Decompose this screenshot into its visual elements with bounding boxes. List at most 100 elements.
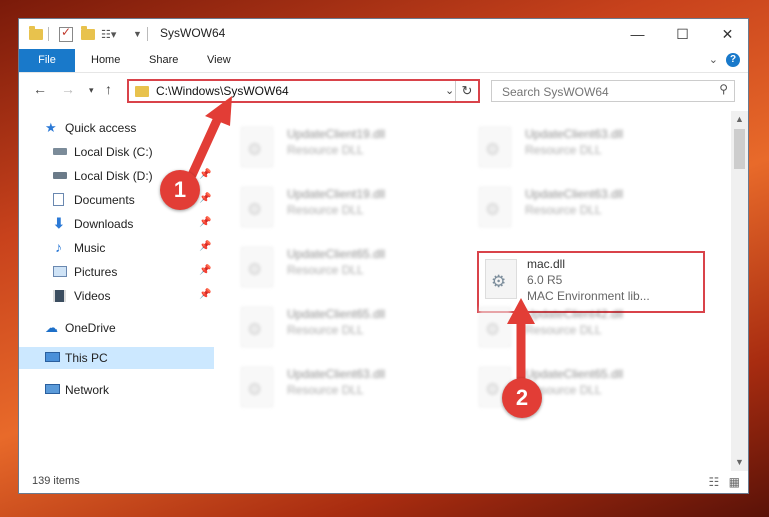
minimize-button[interactable]: — xyxy=(615,19,660,49)
search-box[interactable]: ⚲ xyxy=(491,80,735,102)
nav-item-local-disk-c[interactable]: Local Disk (C:) xyxy=(19,141,214,163)
nav-item-pictures[interactable]: Pictures 📌 xyxy=(19,261,214,283)
address-path[interactable]: C:\Windows\SysWOW64 xyxy=(156,84,289,98)
nav-item-label: Quick access xyxy=(65,121,137,135)
recent-locations-icon[interactable]: ▾ xyxy=(89,85,94,96)
file-version: 6.0 R5 xyxy=(527,273,563,287)
nav-item-label: Local Disk (C:) xyxy=(74,145,153,159)
file-description: Resource DLL xyxy=(287,143,364,157)
nav-item-label: Downloads xyxy=(74,217,134,231)
file-description: Resource DLL xyxy=(287,203,364,217)
search-input[interactable] xyxy=(500,83,704,101)
file-tile[interactable]: UpdateClient65.dll Resource DLL xyxy=(219,239,439,291)
nav-item-downloads[interactable]: ⬇ Downloads 📌 xyxy=(19,213,214,235)
nav-item-music[interactable]: ♪ Music 📌 xyxy=(19,237,214,259)
new-folder-icon[interactable] xyxy=(81,25,95,42)
separator xyxy=(147,26,148,42)
nav-item-network[interactable]: Network xyxy=(19,379,214,401)
file-tile[interactable]: UpdateClient65.dll Resource DLL xyxy=(219,299,439,351)
help-icon[interactable]: ? xyxy=(726,53,740,67)
file-name: UpdateClient63.dll xyxy=(525,127,624,141)
cloud-icon: ☁ xyxy=(45,320,58,335)
tab-share[interactable]: Share xyxy=(149,49,178,72)
file-tile[interactable]: UpdateClient63.dll Resource DLL xyxy=(457,179,677,231)
up-arrow-icon[interactable]: ↑ xyxy=(105,81,112,97)
file-name: UpdateClient65.dll xyxy=(287,307,386,321)
documents-icon xyxy=(53,193,64,206)
dll-file-icon xyxy=(479,307,511,347)
tab-view[interactable]: View xyxy=(207,49,231,72)
forward-arrow-icon[interactable]: → xyxy=(61,81,75,97)
file-name: UpdateClient19.dll xyxy=(287,187,386,201)
customize-toolbar-icon[interactable]: ☷▾ xyxy=(101,26,116,42)
ribbon-expand-icon[interactable]: ⌄ xyxy=(709,53,718,66)
status-bar: 139 items ☷ ▦ xyxy=(19,471,748,493)
nav-item-label: This PC xyxy=(65,351,108,365)
file-description: Resource DLL xyxy=(525,143,602,157)
drive-icon xyxy=(53,148,67,155)
nav-item-quick-access[interactable]: ★ Quick access xyxy=(19,117,214,139)
properties-icon[interactable] xyxy=(59,25,73,42)
nav-item-label: Documents xyxy=(74,193,135,207)
file-list: UpdateClient19.dll Resource DLL UpdateCl… xyxy=(219,111,731,471)
file-tile[interactable]: UpdateClient63.dll Resource DLL xyxy=(219,359,439,411)
file-tile[interactable]: UpdateClient42.dll Resource DLL xyxy=(457,299,677,351)
maximize-button[interactable]: ☐ xyxy=(660,19,705,49)
pin-icon[interactable]: 📌 xyxy=(199,169,211,180)
tab-home[interactable]: Home xyxy=(91,49,120,72)
file-name: UpdateClient42.dll xyxy=(525,307,624,321)
scroll-thumb[interactable] xyxy=(734,129,745,169)
nav-item-videos[interactable]: Videos 📌 xyxy=(19,285,214,307)
file-tile[interactable]: UpdateClient19.dll Resource DLL xyxy=(219,179,439,231)
file-tile[interactable]: UpdateClient19.dll Resource DLL xyxy=(219,119,439,171)
pin-icon[interactable]: 📌 xyxy=(199,217,211,228)
dll-file-icon xyxy=(241,247,273,287)
address-row: ← → ▾ ↑ C:\Windows\SysWOW64 ⌄ ↻ ⚲ xyxy=(19,73,748,111)
large-icons-view-icon[interactable]: ▦ xyxy=(729,475,740,489)
dll-file-icon xyxy=(479,127,511,167)
file-tile[interactable]: UpdateClient63.dll Resource DLL xyxy=(457,119,677,171)
scroll-up-icon[interactable]: ▲ xyxy=(731,111,748,128)
nav-item-this-pc[interactable]: This PC xyxy=(19,347,214,369)
drive-icon xyxy=(53,172,67,179)
nav-item-label: Local Disk (D:) xyxy=(74,169,153,183)
tab-file[interactable]: File xyxy=(19,49,75,72)
pin-icon[interactable]: 📌 xyxy=(199,241,211,252)
nav-item-onedrive[interactable]: ☁ OneDrive xyxy=(19,317,214,339)
file-name: UpdateClient65.dll xyxy=(287,247,386,261)
pin-icon[interactable]: 📌 xyxy=(199,193,211,204)
videos-icon xyxy=(53,290,66,302)
pictures-icon xyxy=(53,266,67,277)
pin-icon[interactable]: 📌 xyxy=(199,265,211,276)
nav-item-label: Network xyxy=(65,383,110,397)
item-count: 139 items xyxy=(32,475,80,487)
nav-item-label: Music xyxy=(74,241,106,255)
search-icon[interactable]: ⚲ xyxy=(719,82,728,96)
download-icon: ⬇ xyxy=(53,215,65,231)
refresh-icon[interactable]: ↻ xyxy=(455,81,478,101)
music-icon: ♪ xyxy=(55,239,62,255)
back-arrow-icon[interactable]: ← xyxy=(33,81,47,97)
vertical-scrollbar[interactable]: ▲ ▼ xyxy=(731,111,748,471)
dll-file-icon xyxy=(241,367,273,407)
details-view-icon[interactable]: ☷ xyxy=(709,475,720,489)
ribbon-tabs: File Home Share View ⌄ ? xyxy=(19,49,748,73)
folder-icon xyxy=(135,86,149,97)
folder-icon xyxy=(29,25,43,42)
file-name: mac.dll xyxy=(527,257,566,271)
file-description: Resource DLL xyxy=(525,323,602,337)
nav-item-label: OneDrive xyxy=(65,321,116,335)
star-icon: ★ xyxy=(45,120,57,135)
title-bar: ☷▾ ▼ SysWOW64 — ☐ ✕ xyxy=(19,19,748,49)
address-bar[interactable]: C:\Windows\SysWOW64 ⌄ ↻ xyxy=(127,79,480,103)
scroll-down-icon[interactable]: ▼ xyxy=(731,454,748,471)
file-description: Resource DLL xyxy=(287,263,364,277)
file-tile[interactable]: UpdateClient65.dll Resource DLL xyxy=(457,359,677,411)
pin-icon[interactable]: 📌 xyxy=(199,289,211,300)
file-description: Resource DLL xyxy=(287,383,364,397)
close-button[interactable]: ✕ xyxy=(705,19,748,49)
quick-access-dropdown-icon[interactable]: ▼ xyxy=(133,26,142,42)
file-name: UpdateClient63.dll xyxy=(287,367,386,381)
dll-file-icon xyxy=(241,187,273,227)
chevron-down-icon[interactable]: ⌄ xyxy=(445,84,454,97)
